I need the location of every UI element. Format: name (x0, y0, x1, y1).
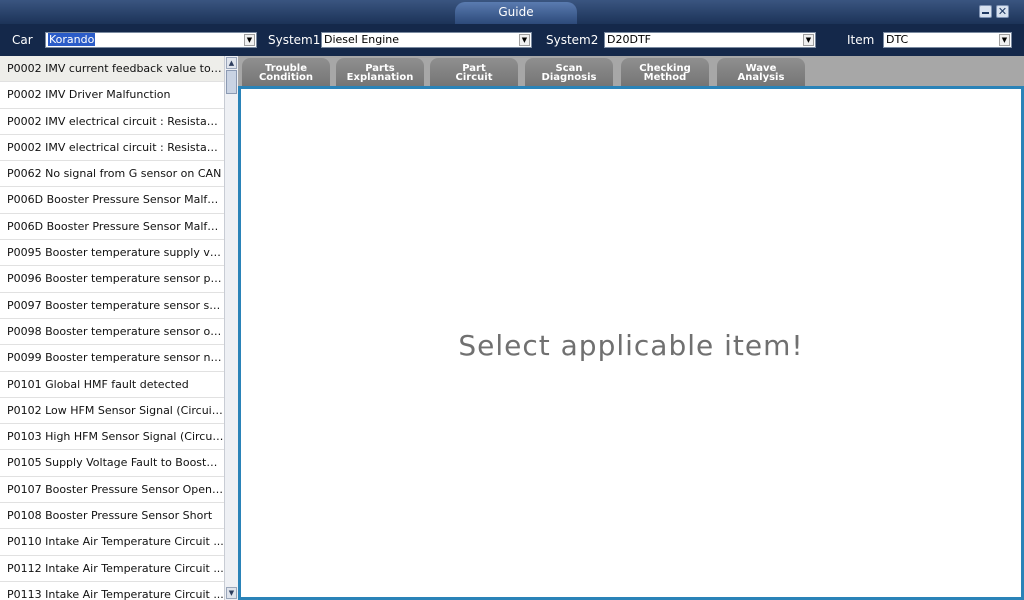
tab-trouble-condition[interactable]: Trouble Condition (242, 58, 330, 86)
dtc-list-item[interactable]: P0002 IMV Driver Malfunction (0, 82, 224, 109)
dtc-list-item[interactable]: P0112 Intake Air Temperature Circuit ... (0, 556, 224, 582)
dtc-list-item[interactable]: P0095 Booster temperature supply vol... (0, 240, 224, 267)
select-item-message: Select applicable item! (458, 329, 804, 362)
dtc-list-item[interactable]: P0113 Intake Air Temperature Circuit ... (0, 582, 224, 600)
minimize-icon[interactable] (979, 5, 992, 18)
chevron-down-icon[interactable]: ▼ (244, 34, 255, 46)
system1-dropdown[interactable]: Diesel Engine ▼ (321, 32, 532, 48)
dtc-list-item[interactable]: P006D Booster Pressure Sensor Malfu... (0, 214, 224, 241)
dtc-list-item[interactable]: P0096 Booster temperature sensor pla... (0, 266, 224, 293)
dtc-list-item[interactable]: P0099 Booster temperature sensor noi... (0, 345, 224, 372)
chevron-down-icon[interactable]: ▼ (999, 34, 1010, 46)
dtc-list-item[interactable]: P0107 Booster Pressure Sensor Open/... (0, 477, 224, 504)
tab-scan-diagnosis[interactable]: Scan Diagnosis (525, 58, 613, 86)
system2-value: D20DTF (607, 33, 651, 46)
system1-label: System1 (268, 33, 321, 47)
dtc-list: P0002 IMV current feedback value to ... P… (0, 56, 224, 600)
tab-label: Circuit (455, 72, 493, 83)
tab-parts-explanation[interactable]: Parts Explanation (336, 58, 424, 86)
dtc-list-item[interactable]: P0102 Low HFM Sensor Signal (Circuit ... (0, 398, 224, 425)
content-area: Select applicable item! (241, 89, 1021, 597)
list-scrollbar[interactable]: ▲ ▼ (224, 56, 238, 600)
tab-label: Condition (258, 72, 314, 83)
scroll-up-icon[interactable]: ▲ (226, 57, 237, 69)
chevron-down-icon[interactable]: ▼ (519, 34, 530, 46)
car-value: Korando (48, 33, 96, 46)
tab-label: Analysis (737, 72, 785, 83)
dtc-list-item[interactable]: P0110 Intake Air Temperature Circuit ... (0, 529, 224, 556)
car-dropdown[interactable]: Korando ▼ (45, 32, 257, 48)
tab-label: Explanation (346, 72, 414, 83)
dtc-list-item[interactable]: P0105 Supply Voltage Fault to Booster... (0, 450, 224, 477)
system1-value: Diesel Engine (324, 33, 400, 46)
tab-wave-analysis[interactable]: Wave Analysis (717, 58, 805, 86)
dtc-list-item[interactable]: P0108 Booster Pressure Sensor Short (0, 503, 224, 530)
close-icon[interactable]: ✕ (996, 5, 1009, 18)
tab-label: Diagnosis (541, 72, 597, 83)
scroll-down-icon[interactable]: ▼ (226, 587, 237, 599)
dtc-list-item[interactable]: P0062 No signal from G sensor on CAN (0, 161, 224, 188)
scroll-thumb[interactable] (226, 70, 237, 94)
content-panel: Select applicable item! (238, 86, 1024, 600)
item-value: DTC (886, 33, 909, 46)
selector-bar: Car Korando ▼ System1 Diesel Engine ▼ Sy… (0, 24, 1024, 56)
tab-part-circuit[interactable]: Part Circuit (430, 58, 518, 86)
item-label: Item (847, 33, 875, 47)
dtc-list-item[interactable]: P0098 Booster temperature sensor op... (0, 319, 224, 346)
dtc-list-item[interactable]: P006D Booster Pressure Sensor Malfu... (0, 187, 224, 214)
tab-checking-method[interactable]: Checking Method (621, 58, 709, 86)
dtc-list-item[interactable]: P0097 Booster temperature sensor sh... (0, 293, 224, 319)
tab-strip: Trouble Condition Parts Explanation Part Ci… (238, 56, 1024, 86)
dtc-list-item[interactable]: P0002 IMV electrical circuit : Resistanc… (0, 109, 224, 135)
tab-label: Method (643, 72, 687, 83)
system2-label: System2 (546, 33, 599, 47)
item-dropdown[interactable]: DTC ▼ (883, 32, 1012, 48)
system2-dropdown[interactable]: D20DTF ▼ (604, 32, 816, 48)
dtc-list-item[interactable]: P0103 High HFM Sensor Signal (Circuit ..… (0, 424, 224, 451)
title-bar: Guide ✕ (0, 0, 1024, 24)
car-label: Car (12, 33, 33, 47)
chevron-down-icon[interactable]: ▼ (803, 34, 814, 46)
dtc-list-item[interactable]: P0101 Global HMF fault detected (0, 372, 224, 398)
dtc-list-item[interactable]: P0002 IMV current feedback value to ... (0, 56, 224, 83)
window-title: Guide (455, 2, 577, 24)
dtc-list-item[interactable]: P0002 IMV electrical circuit : Resistanc… (0, 135, 224, 162)
